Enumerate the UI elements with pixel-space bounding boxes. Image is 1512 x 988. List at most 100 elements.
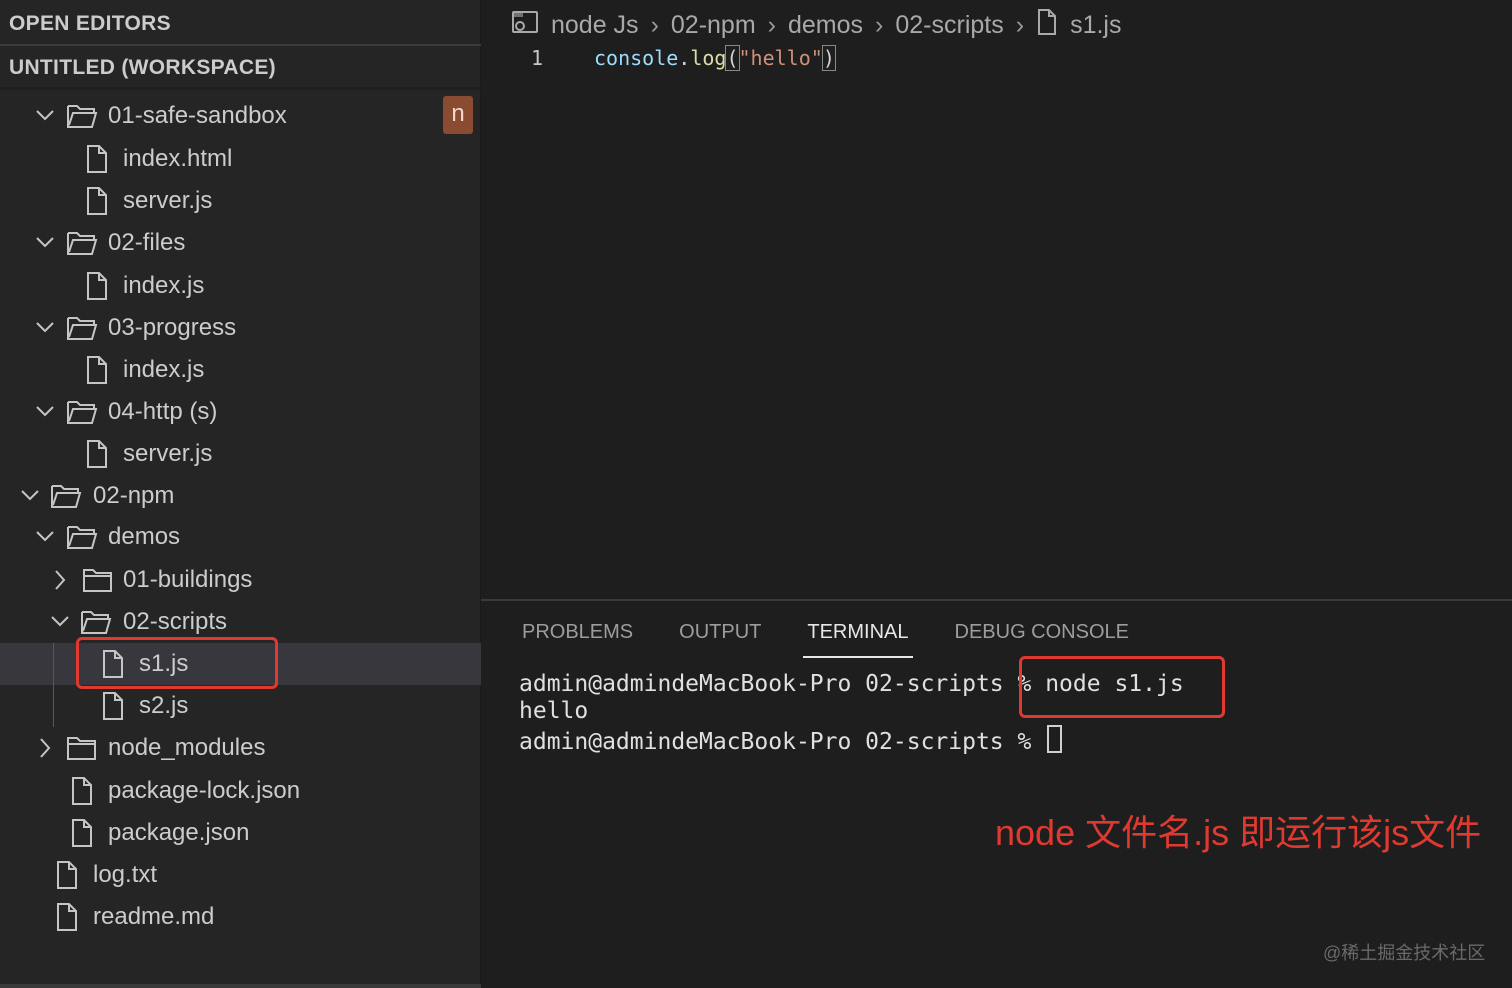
file-icon bbox=[70, 770, 94, 812]
file-icon bbox=[1036, 8, 1058, 43]
panel-tabs: PROBLEMS OUTPUT TERMINAL DEBUG CONSOLE bbox=[522, 621, 1175, 658]
file-icon bbox=[85, 265, 109, 307]
tree-folder-item[interactable]: 02-files bbox=[0, 222, 481, 264]
tree-file-item[interactable]: s2.js bbox=[0, 685, 481, 727]
annotation-text: node 文件名.js 即运行该js文件 bbox=[995, 812, 1482, 853]
chevron-down-icon[interactable] bbox=[33, 222, 57, 264]
folder-open-icon bbox=[66, 516, 98, 558]
tree-file-item[interactable]: server.js bbox=[0, 180, 481, 222]
code-text[interactable]: console.log("hello") bbox=[594, 45, 836, 71]
breadcrumb-item[interactable]: demos bbox=[788, 11, 863, 40]
tree-item-label: server.js bbox=[123, 187, 213, 214]
tree-item-label: demos bbox=[108, 523, 181, 550]
folder-icon bbox=[66, 727, 98, 769]
tab-problems[interactable]: PROBLEMS bbox=[522, 621, 633, 658]
code-token-paren-close: ) bbox=[821, 45, 836, 71]
terminal-prompt: admin@admindeMacBook-Pro 02-scripts % bbox=[519, 671, 1046, 697]
chevron-right-icon: › bbox=[1015, 10, 1025, 39]
file-icon bbox=[85, 433, 109, 475]
tree-file-item[interactable]: package-lock.json bbox=[0, 770, 481, 812]
tree-item-label: node_modules bbox=[108, 734, 266, 761]
tree-folder-item[interactable]: 04-http (s) bbox=[0, 391, 481, 433]
workspace-header[interactable]: UNTITLED (WORKSPACE) bbox=[0, 46, 481, 90]
code-token-object: console bbox=[594, 46, 679, 70]
folder-open-icon bbox=[50, 475, 82, 517]
breadcrumb: node Js › 02-npm › demos › 02-scripts › … bbox=[511, 6, 1121, 44]
file-icon bbox=[85, 180, 109, 222]
indent-guide bbox=[53, 643, 54, 727]
file-icon bbox=[85, 138, 109, 180]
tree-item-label: index.js bbox=[123, 356, 205, 383]
folder-open-icon bbox=[66, 95, 98, 137]
chevron-down-icon[interactable] bbox=[33, 95, 57, 137]
tree-file-item[interactable]: log.txt bbox=[0, 854, 481, 896]
breadcrumb-item[interactable]: 02-scripts bbox=[895, 11, 1003, 40]
tree-item-label: 04-http (s) bbox=[108, 398, 218, 425]
chevron-right-icon[interactable] bbox=[33, 727, 57, 769]
tree-item-label: server.js bbox=[123, 440, 213, 467]
tree-item-label: 02-npm bbox=[93, 482, 175, 509]
code-token-string: "hello" bbox=[738, 46, 823, 70]
tree-file-item[interactable]: index.html bbox=[0, 138, 481, 180]
tree-file-item[interactable]: package.json bbox=[0, 812, 481, 854]
chevron-down-icon[interactable] bbox=[33, 307, 57, 349]
chevron-down-icon[interactable] bbox=[18, 475, 42, 517]
tab-debug-console[interactable]: DEBUG CONSOLE bbox=[955, 621, 1129, 658]
code-line[interactable]: 1 console.log("hello") bbox=[481, 44, 1512, 74]
breadcrumb-item[interactable]: 02-npm bbox=[671, 11, 756, 40]
folder-open-icon bbox=[66, 307, 98, 349]
folder-open-icon bbox=[66, 222, 98, 264]
code-token-paren-open: ( bbox=[725, 45, 740, 71]
workspace-root-icon[interactable] bbox=[511, 9, 539, 42]
chevron-right-icon[interactable] bbox=[48, 559, 72, 601]
sidebar-bottom-border bbox=[0, 984, 481, 988]
tab-output[interactable]: OUTPUT bbox=[679, 621, 761, 658]
chevron-down-icon[interactable] bbox=[33, 516, 57, 558]
tree-file-item[interactable]: index.js bbox=[0, 265, 481, 307]
terminal-output: hello bbox=[519, 698, 588, 725]
tree-folder-item[interactable]: demos bbox=[0, 516, 481, 558]
tree-folder-item[interactable]: 01-buildings bbox=[0, 559, 481, 601]
file-icon bbox=[55, 854, 79, 896]
tree-file-item[interactable]: readme.md bbox=[0, 896, 481, 938]
tree-item-label: 01-safe-sandbox bbox=[108, 102, 287, 129]
file-icon bbox=[55, 896, 79, 938]
open-editors-header[interactable]: OPEN EDITORS bbox=[0, 0, 481, 46]
bottom-panel: PROBLEMS OUTPUT TERMINAL DEBUG CONSOLE a… bbox=[481, 599, 1512, 988]
tree-item-label: package.json bbox=[108, 819, 250, 846]
tree-item-label: index.html bbox=[123, 145, 233, 172]
file-icon bbox=[70, 812, 94, 854]
tree-item-label: s2.js bbox=[139, 692, 189, 719]
tree-file-item[interactable]: index.js bbox=[0, 349, 481, 391]
terminal-prompt: admin@admindeMacBook-Pro 02-scripts % bbox=[519, 729, 1046, 755]
tab-terminal[interactable]: TERMINAL bbox=[803, 621, 913, 658]
editor-area: node Js › 02-npm › demos › 02-scripts › … bbox=[481, 0, 1512, 600]
tree-item-label: log.txt bbox=[93, 861, 158, 888]
code-token-function: log bbox=[690, 46, 727, 70]
highlight-box-command bbox=[1019, 656, 1225, 718]
folder-open-icon bbox=[66, 391, 98, 433]
terminal-line[interactable]: admin@admindeMacBook-Pro 02-scripts % bbox=[519, 725, 1063, 756]
chevron-down-icon[interactable] bbox=[33, 391, 57, 433]
folder-icon bbox=[82, 559, 114, 601]
tree-folder-item[interactable]: 01-safe-sandbox bbox=[0, 95, 481, 137]
tree-item-label: readme.md bbox=[93, 903, 215, 930]
tree-item-label: index.js bbox=[123, 272, 205, 299]
terminal-cursor bbox=[1047, 725, 1063, 753]
code-token-dot: . bbox=[678, 46, 691, 70]
tree-item-label: 01-buildings bbox=[123, 566, 253, 593]
tree-folder-item[interactable]: 02-npm bbox=[0, 475, 481, 517]
chevron-down-icon[interactable] bbox=[48, 601, 72, 643]
watermark: @稀土掘金技术社区 bbox=[1323, 943, 1486, 963]
tree-item-label: package-lock.json bbox=[108, 777, 301, 804]
tree-file-item[interactable]: server.js bbox=[0, 433, 481, 475]
tree-folder-item[interactable]: 03-progress bbox=[0, 307, 481, 349]
tree-folder-item[interactable]: node_modules bbox=[0, 727, 481, 769]
line-number: 1 bbox=[531, 46, 544, 70]
file-icon bbox=[85, 349, 109, 391]
tree-item-label: 02-files bbox=[108, 229, 186, 256]
tree-item-label: 03-progress bbox=[108, 314, 237, 341]
breadcrumb-item[interactable]: node Js bbox=[551, 11, 639, 40]
file-icon bbox=[101, 685, 125, 727]
breadcrumb-item[interactable]: s1.js bbox=[1070, 11, 1121, 40]
